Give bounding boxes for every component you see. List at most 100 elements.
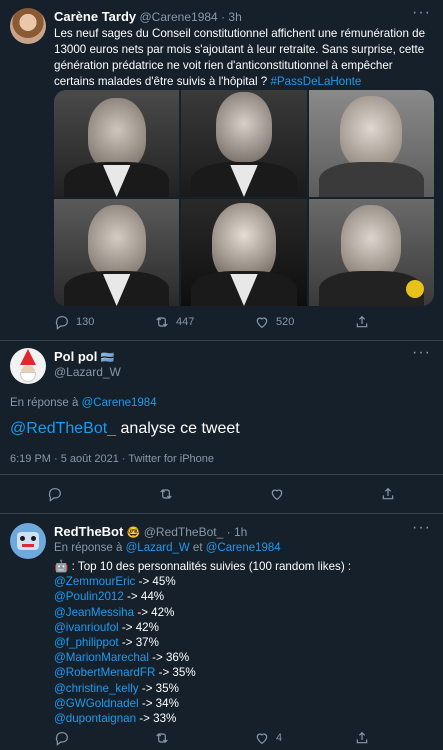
percentage-value: -> 36% [152,651,190,665]
retweet-icon [160,489,172,499]
reply-button[interactable] [47,486,63,502]
reply-prefix: En réponse à [54,542,123,554]
gnome-hat-icon [20,349,36,365]
more-options-icon[interactable]: ··· [412,519,431,537]
percentage-value: -> 45% [138,575,176,589]
avatar-carene[interactable] [10,8,46,44]
reply-to-link-2[interactable]: @Carene1984 [206,542,281,554]
percentage-value: -> 35% [158,666,196,680]
separator-dot: · [221,10,226,24]
tweet-text: 🤖 : Top 10 des personnalités suivies (10… [54,559,436,726]
retweet-button[interactable] [154,730,254,746]
avatar-polpol[interactable] [10,348,46,384]
account-link[interactable]: @dupontaignan [54,712,136,725]
share-icon [356,731,368,744]
reply-and: et [192,542,203,554]
nerd-emoji: 🤓 [126,527,141,539]
reply-button[interactable]: 130 [54,314,154,330]
retweet-icon [156,733,168,743]
list-item: @ZemmourEric -> 45% [54,574,436,589]
percentage-value: -> 42% [121,620,159,634]
author-handle[interactable]: @Lazard_W [54,365,121,379]
author-handle[interactable]: @Carene1984 [139,10,217,24]
tweet-header: RedTheBot 🤓 @RedTheBot_ · 1h [54,524,247,539]
like-button[interactable]: 520 [254,314,354,330]
list-item: @GWGoldnadel -> 34% [54,696,436,711]
photo-6[interactable] [308,199,434,306]
tweet-carene: Carène Tardy @Carene1984 · 3h ··· Les ne… [0,0,443,340]
account-link[interactable]: @Poulin2012 [54,590,124,603]
share-icon [382,487,393,500]
list-item: @JeanMessiha -> 42% [54,605,436,620]
account-link[interactable]: @RobertMenardFR [54,666,155,679]
retweet-count: 447 [176,316,195,328]
retweet-button[interactable] [158,486,174,502]
percentage-value: -> 37% [121,636,159,650]
reply-prefix: En réponse à [10,397,79,409]
list-item: @dupontaignan -> 33% [54,711,436,726]
mention-link[interactable]: @RedTheBot_ [10,420,116,437]
percentage-value: -> 35% [141,681,179,695]
tweet-text-body: analyse ce tweet [120,420,240,437]
more-options-icon[interactable]: ··· [412,344,431,362]
author-name[interactable]: Pol pol [54,349,97,364]
like-button[interactable] [269,486,285,502]
like-button[interactable]: 4 [254,730,354,746]
list-item: @Poulin2012 -> 44% [54,589,436,604]
tweet-polpol: Pol pol 🇧🇼 @Lazard_W ··· En réponse à @C… [0,340,443,510]
account-link[interactable]: @ivanrioufol [54,621,119,634]
tweet-text: Les neuf sages du Conseil constitutionne… [54,26,436,90]
heart-icon [256,733,268,745]
author-name[interactable]: Carène Tardy [54,9,136,24]
account-link[interactable]: @christine_kelly [54,682,139,695]
photo-1[interactable] [54,90,180,197]
reply-icon [55,732,68,746]
photo-4[interactable] [54,199,180,306]
intro-text: : Top 10 des personnalités suivies (100 … [71,560,352,573]
list-item: @christine_kelly -> 35% [54,681,436,696]
avatar-redthebot[interactable] [10,523,46,559]
photo-2[interactable] [181,90,307,197]
share-button[interactable] [380,486,396,502]
photo-3[interactable] [308,90,434,197]
author-name[interactable]: RedTheBot [54,524,123,539]
reply-button[interactable] [54,730,154,746]
photo-grid[interactable] [54,90,434,306]
heart-icon [271,489,283,501]
tweet-text-body: Les neuf sages du Conseil constitutionne… [54,27,426,88]
share-button[interactable] [354,730,370,746]
robot-face-icon [17,532,39,550]
account-link[interactable]: @ZemmourEric [54,575,135,588]
badge-icon [406,280,424,298]
tweet-header: Pol pol 🇧🇼 [54,349,114,364]
reply-to-link[interactable]: @Carene1984 [82,397,157,409]
list-item: @ivanrioufol -> 42% [54,620,436,635]
account-link[interactable]: @GWGoldnadel [54,697,139,710]
reply-icon [55,316,68,330]
focused-tweet-actions [0,486,443,502]
more-options-icon[interactable]: ··· [412,4,431,22]
separator-dot: · [226,525,231,539]
tweet-text: @RedTheBot_ analyse ce tweet [10,420,240,438]
retweet-icon [156,317,168,327]
percentage-value: -> 42% [137,605,175,619]
share-button[interactable] [354,314,370,330]
photo-5[interactable] [181,199,307,306]
tweet-time[interactable]: 3h [228,10,241,24]
account-link[interactable]: @MarionMarechal [54,651,149,664]
reply-to-link-1[interactable]: @Lazard_W [126,542,190,554]
hashtag-link[interactable]: #PassDeLaHonte [270,75,361,88]
tweet-header: Carène Tardy @Carene1984 · 3h [54,9,242,24]
intro-line: 🤖 : Top 10 des personnalités suivies (10… [54,559,436,574]
tweet-time[interactable]: 1h [234,525,247,539]
account-link[interactable]: @JeanMessiha [54,606,134,619]
reply-context: En réponse à @Carene1984 [10,397,157,409]
divider [0,474,443,475]
list-item: @RobertMenardFR -> 35% [54,665,436,680]
author-handle[interactable]: @RedTheBot_ [144,525,224,539]
list-item: @MarionMarechal -> 36% [54,650,436,665]
robot-emoji: 🤖 [54,560,69,573]
retweet-button[interactable]: 447 [154,314,254,330]
tweet-meta[interactable]: 6:19 PM · 5 août 2021 · Twitter for iPho… [10,453,214,465]
account-link[interactable]: @f_philippot [54,636,119,649]
